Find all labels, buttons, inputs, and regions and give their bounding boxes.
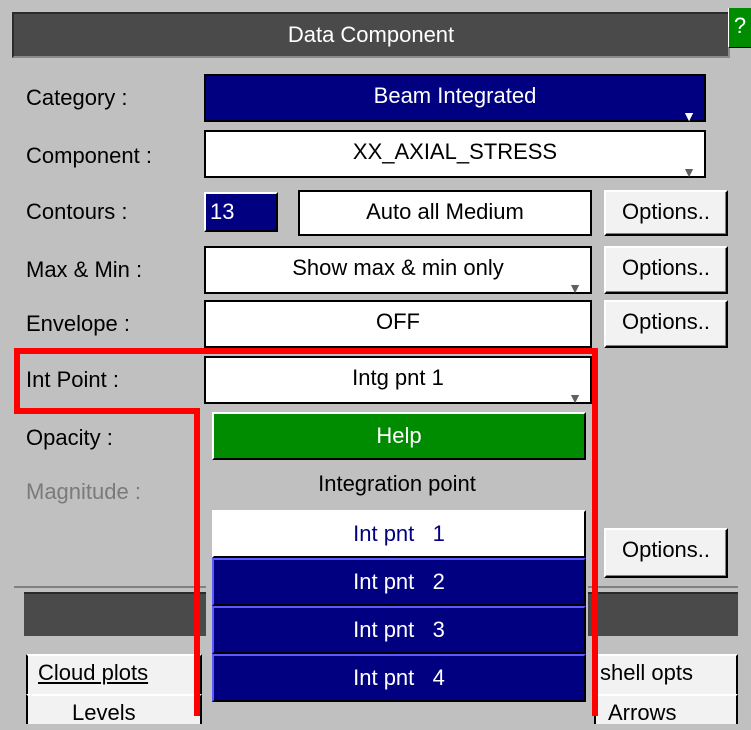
category-dropdown[interactable]: Beam Integrated ▼ — [204, 74, 706, 124]
chevron-down-icon: ▼ — [682, 164, 696, 180]
menu-item-int-pnt-3[interactable]: Int pnt 3 — [212, 606, 586, 654]
maxmin-label: Max & Min : — [26, 257, 143, 282]
envelope-options-button[interactable]: Options.. — [604, 300, 728, 348]
contours-mode-dropdown[interactable]: Auto all Medium — [298, 190, 592, 236]
tab-arrows[interactable]: Arrows — [594, 694, 738, 725]
highlight-outline-right — [592, 348, 598, 716]
menu-title: Integration point — [212, 462, 582, 506]
integration-point-menu: Help Integration point Int pnt 1 Int pnt… — [206, 406, 588, 706]
opacity-label: Opacity : — [26, 425, 113, 450]
maxmin-dropdown[interactable]: Show max & min only ▼ — [204, 246, 592, 296]
highlight-outline-left — [194, 408, 200, 716]
contours-label: Contours : — [26, 199, 128, 224]
envelope-label: Envelope : — [26, 311, 130, 336]
contours-options-button[interactable]: Options.. — [604, 190, 728, 236]
component-dropdown[interactable]: XX_AXIAL_STRESS ▼ — [204, 130, 706, 180]
title-bar: Data Component — [0, 0, 751, 66]
component-label: Component : — [26, 143, 152, 168]
menu-item-int-pnt-2[interactable]: Int pnt 2 — [212, 558, 586, 606]
tab-cloud-plots[interactable]: Cloud plots — [26, 654, 202, 694]
contours-count-input[interactable]: 13 — [204, 192, 278, 232]
extra-options-button[interactable]: Options.. — [604, 528, 728, 578]
magnitude-label: Magnitude : — [26, 479, 141, 504]
component-value: XX_AXIAL_STRESS — [352, 139, 558, 164]
envelope-dropdown[interactable]: OFF — [204, 300, 592, 348]
category-label: Category : — [26, 85, 128, 110]
menu-help-button[interactable]: Help — [212, 412, 586, 460]
menu-item-int-pnt-4[interactable]: Int pnt 4 — [212, 654, 586, 702]
help-icon[interactable]: ? — [728, 8, 751, 48]
maxmin-options-button[interactable]: Options.. — [604, 246, 728, 294]
menu-item-int-pnt-1[interactable]: Int pnt 1 — [212, 510, 586, 558]
maxmin-value: Show max & min only — [292, 255, 504, 280]
tab-shell-opts[interactable]: shell opts — [594, 654, 738, 694]
highlight-outline-top — [14, 348, 598, 414]
tab-levels[interactable]: Levels — [26, 694, 202, 725]
category-value: Beam Integrated — [373, 83, 537, 108]
window-title: Data Component — [12, 12, 730, 58]
highlight-outline-step — [14, 408, 200, 414]
